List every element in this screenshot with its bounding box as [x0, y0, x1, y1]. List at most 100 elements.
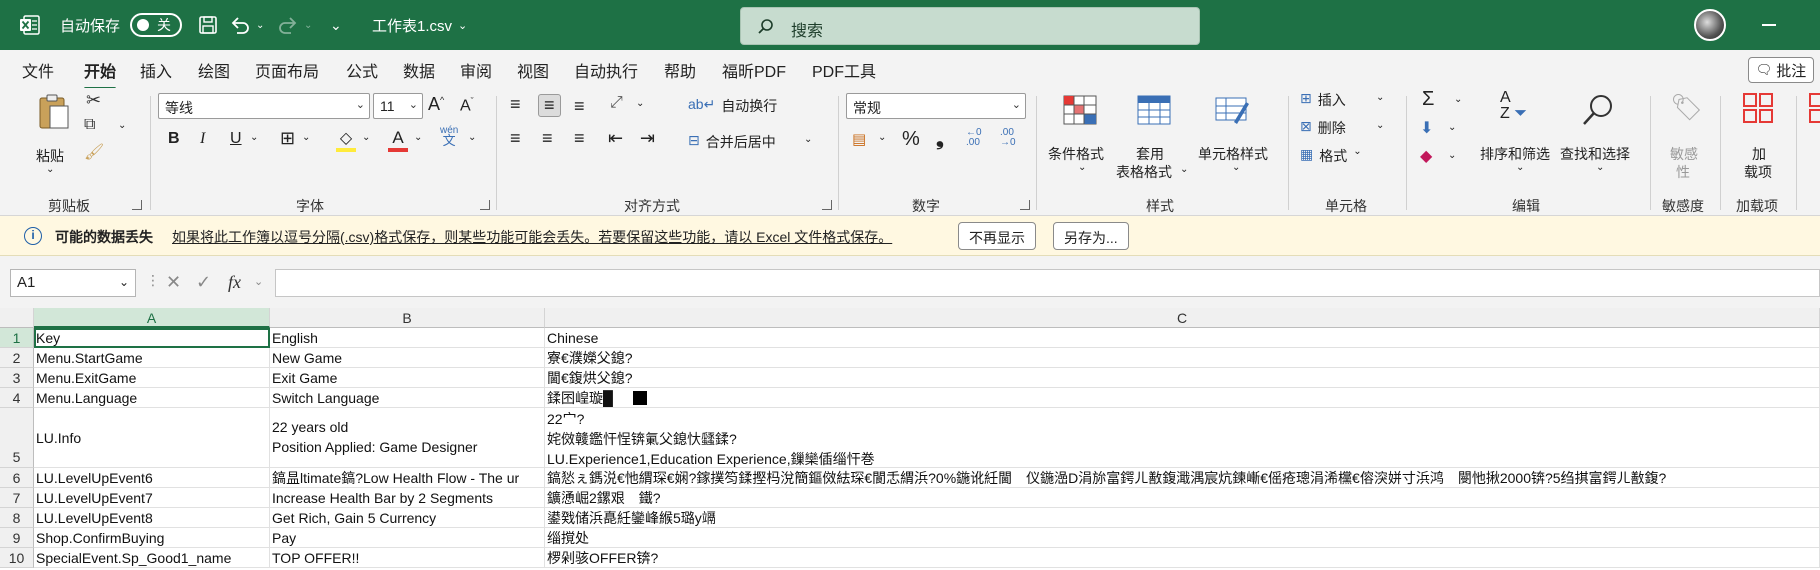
- align-top-icon[interactable]: ≡: [510, 94, 521, 115]
- row-header[interactable]: 2: [0, 348, 34, 368]
- find-select-icon[interactable]: [1580, 92, 1616, 128]
- add-ins-line2[interactable]: 载项: [1744, 162, 1772, 182]
- number-format-dropdown[interactable]: 常规 ⌄: [846, 93, 1026, 119]
- row-header[interactable]: 7: [0, 488, 34, 508]
- tab-home[interactable]: 开始: [84, 58, 117, 90]
- borders-icon[interactable]: ⊞: [280, 128, 295, 149]
- clear-dropdown-icon[interactable]: ⌄: [1448, 150, 1456, 161]
- tab-help[interactable]: 帮助: [664, 58, 696, 82]
- tab-data[interactable]: 数据: [403, 58, 435, 82]
- wrap-text-button[interactable]: ab↵ 自动换行: [688, 96, 777, 116]
- cell-a5[interactable]: LU.Info: [34, 408, 270, 468]
- cell-b10[interactable]: TOP OFFER!!: [270, 548, 545, 568]
- undo-icon[interactable]: [228, 13, 252, 37]
- decrease-font-size-icon[interactable]: Aˇ: [460, 96, 474, 115]
- conditional-dropdown-icon[interactable]: ⌄: [1078, 162, 1086, 173]
- tab-file[interactable]: 文件: [22, 58, 54, 82]
- fill-color-icon[interactable]: ◇: [336, 128, 356, 152]
- find-dropdown-icon[interactable]: ⌄: [1596, 162, 1604, 173]
- cell-a2[interactable]: Menu.StartGame: [34, 348, 270, 368]
- row-header[interactable]: 6: [0, 468, 34, 488]
- fill-dropdown-icon[interactable]: ⌄: [1448, 122, 1456, 133]
- cell-b2[interactable]: New Game: [270, 348, 545, 368]
- cell-a7[interactable]: LU.LevelUpEvent7: [34, 488, 270, 508]
- cell-b8[interactable]: Get Rich, Gain 5 Currency: [270, 508, 545, 528]
- search-input[interactable]: 搜索: [740, 7, 1200, 45]
- insert-dropdown-icon[interactable]: ⌄: [1376, 92, 1384, 103]
- sort-filter-button[interactable]: 排序和筛选: [1480, 144, 1550, 164]
- formula-input[interactable]: [275, 269, 1820, 297]
- cell-c1[interactable]: Chinese: [545, 328, 1820, 348]
- cell-styles-dropdown-icon[interactable]: ⌄: [1232, 162, 1240, 173]
- cell-b1[interactable]: English: [270, 328, 545, 348]
- paste-button[interactable]: 粘贴: [36, 146, 64, 166]
- clear-icon[interactable]: ◆: [1420, 146, 1432, 166]
- cell-styles-icon[interactable]: [1214, 94, 1250, 126]
- tab-insert[interactable]: 插入: [140, 58, 172, 82]
- paste-dropdown-icon[interactable]: ⌄: [46, 164, 54, 175]
- formula-expand-icon[interactable]: ⌄: [254, 275, 263, 288]
- cell-c9[interactable]: 缁撹处: [545, 528, 1820, 548]
- name-box[interactable]: A1 ⌄: [10, 269, 136, 297]
- number-launcher-icon[interactable]: [1020, 200, 1030, 210]
- tab-formulas[interactable]: 公式: [346, 58, 378, 82]
- bold-icon[interactable]: B: [168, 130, 180, 148]
- cell-a8[interactable]: LU.LevelUpEvent8: [34, 508, 270, 528]
- row-header[interactable]: 1: [0, 328, 34, 348]
- cell-c5[interactable]: 22宀? 姹傚竷鑑忓悜锛氭父鎴忕瓥鍒? LU.Experience1,Educa…: [545, 408, 1820, 468]
- cell-b4[interactable]: Switch Language: [270, 388, 545, 408]
- borders-dropdown-icon[interactable]: ⌄: [302, 132, 310, 143]
- accounting-format-icon[interactable]: ▤: [852, 130, 866, 148]
- redo-icon[interactable]: [276, 13, 300, 37]
- cancel-entry-icon[interactable]: ✕: [166, 272, 181, 293]
- column-header-b[interactable]: B: [270, 308, 545, 328]
- insert-function-icon[interactable]: fx: [228, 272, 241, 293]
- cell-c3[interactable]: 閫€鍑烘父鎴?: [545, 368, 1820, 388]
- increase-decimal-icon[interactable]: ←0.00: [966, 128, 982, 148]
- tab-draw[interactable]: 绘图: [198, 58, 230, 82]
- phonetic-dropdown-icon[interactable]: ⌄: [468, 132, 476, 143]
- cell-a10[interactable]: SpecialEvent.Sp_Good1_name: [34, 548, 270, 568]
- format-as-table-icon[interactable]: [1136, 94, 1172, 126]
- add-ins-line1[interactable]: 加: [1752, 144, 1766, 164]
- underline-icon[interactable]: U: [230, 130, 242, 148]
- tab-pdf-tools[interactable]: PDF工具: [812, 58, 876, 82]
- clipboard-launcher-icon[interactable]: [132, 200, 142, 210]
- copy-icon[interactable]: ⧉: [84, 116, 95, 134]
- align-middle-icon[interactable]: ≡: [538, 94, 561, 117]
- tab-automate[interactable]: 自动执行: [574, 58, 638, 82]
- cell-c4[interactable]: 鍒囨崲璇█: [545, 388, 1820, 408]
- format-painter-icon[interactable]: 🖌: [84, 142, 104, 162]
- format-as-table-line2[interactable]: 表格格式: [1116, 162, 1172, 182]
- undo-dropdown-icon[interactable]: ⌄: [256, 0, 264, 50]
- font-launcher-icon[interactable]: [480, 200, 490, 210]
- merge-center-button[interactable]: ⊟ 合并后居中: [688, 132, 776, 152]
- cell-b6[interactable]: 鎬昷ltimate鎬?Low Health Flow - The ur: [270, 468, 545, 488]
- sort-dropdown-icon[interactable]: ⌄: [1516, 162, 1524, 173]
- customize-toolbar-icon[interactable]: ⌄: [330, 0, 342, 50]
- delete-dropdown-icon[interactable]: ⌄: [1376, 120, 1384, 131]
- orientation-dropdown-icon[interactable]: ⌄: [636, 98, 644, 109]
- font-size-dropdown[interactable]: 11 ⌄: [373, 93, 423, 119]
- cell-c7[interactable]: 鑛慂崛2鏍艰 鐵?: [545, 488, 1820, 508]
- cell-a3[interactable]: Menu.ExitGame: [34, 368, 270, 388]
- row-header[interactable]: 10: [0, 548, 34, 568]
- cell-a4[interactable]: Menu.Language: [34, 388, 270, 408]
- column-header-c[interactable]: C: [545, 308, 1820, 328]
- sensitivity-line2[interactable]: 性: [1676, 162, 1690, 182]
- percent-style-icon[interactable]: %: [902, 128, 920, 151]
- font-color-dropdown-icon[interactable]: ⌄: [414, 132, 422, 143]
- underline-dropdown-icon[interactable]: ⌄: [250, 132, 258, 143]
- more-options-icon[interactable]: ⋮: [146, 272, 160, 289]
- minimize-icon[interactable]: [1762, 24, 1776, 26]
- cell-a1[interactable]: Key: [34, 328, 270, 348]
- cell-styles-button[interactable]: 单元格样式: [1198, 144, 1268, 164]
- sensitivity-line1[interactable]: 敏感: [1670, 144, 1698, 164]
- row-header[interactable]: 9: [0, 528, 34, 548]
- autosave-toggle[interactable]: 关: [130, 13, 182, 37]
- row-header[interactable]: 3: [0, 368, 34, 388]
- align-bottom-icon[interactable]: ≡: [574, 96, 585, 117]
- cell-c6[interactable]: 鎬悐ぇ鎷涚€忚緭琛€娴?鎵撲笉鍒摼杩涗簡鏂傚紶琛€閬忎緭浜?0%鍦讹紝閫 仪鍦澏…: [545, 468, 1820, 488]
- comma-style-icon[interactable]: ❟: [936, 128, 944, 151]
- row-header[interactable]: 4: [0, 388, 34, 408]
